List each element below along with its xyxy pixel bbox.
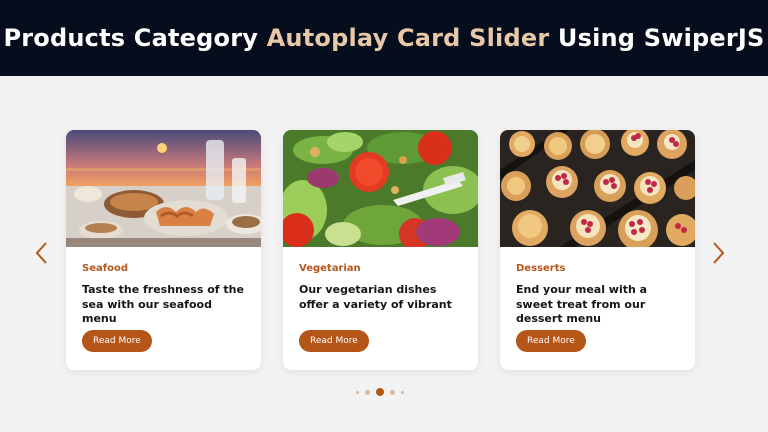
- pagination-dot[interactable]: [401, 390, 404, 394]
- chevron-left-icon[interactable]: [34, 241, 50, 265]
- pagination-dot-active[interactable]: [376, 388, 384, 396]
- card-slider[interactable]: Seafood Taste the freshness of the sea w…: [0, 76, 768, 432]
- tarts-photo: [500, 130, 695, 247]
- salad-photo: [283, 130, 478, 247]
- page-title: Products Category Autoplay Card Slider U…: [3, 24, 764, 52]
- read-more-button[interactable]: Read More: [299, 330, 369, 352]
- chevron-right-icon[interactable]: [710, 241, 726, 265]
- title-accent: Autoplay Card Slider: [266, 24, 550, 52]
- card-description: End your meal with a sweet treat from ou…: [516, 283, 648, 325]
- card-description: Our vegetarian dishes offer a variety of…: [299, 283, 452, 311]
- card-description: Taste the freshness of the sea with our …: [82, 283, 244, 325]
- card-category: Vegetarian: [299, 263, 361, 274]
- pagination: [356, 387, 404, 397]
- seafood-photo: [66, 130, 261, 247]
- page-header: Products Category Autoplay Card Slider U…: [0, 0, 768, 76]
- title-end: Using SwiperJS: [549, 24, 765, 52]
- pagination-dot[interactable]: [356, 390, 359, 394]
- product-card[interactable]: Vegetarian Our vegetarian dishes offer a…: [283, 130, 478, 370]
- product-card[interactable]: Seafood Taste the freshness of the sea w…: [66, 130, 261, 370]
- pagination-dot[interactable]: [365, 389, 370, 395]
- card-category: Seafood: [82, 263, 128, 274]
- product-card[interactable]: Desserts End your meal with a sweet trea…: [500, 130, 695, 370]
- pagination-dot[interactable]: [390, 389, 395, 395]
- read-more-button[interactable]: Read More: [516, 330, 586, 352]
- read-more-button[interactable]: Read More: [82, 330, 152, 352]
- title-start: Products Category: [3, 24, 267, 52]
- card-category: Desserts: [516, 263, 566, 274]
